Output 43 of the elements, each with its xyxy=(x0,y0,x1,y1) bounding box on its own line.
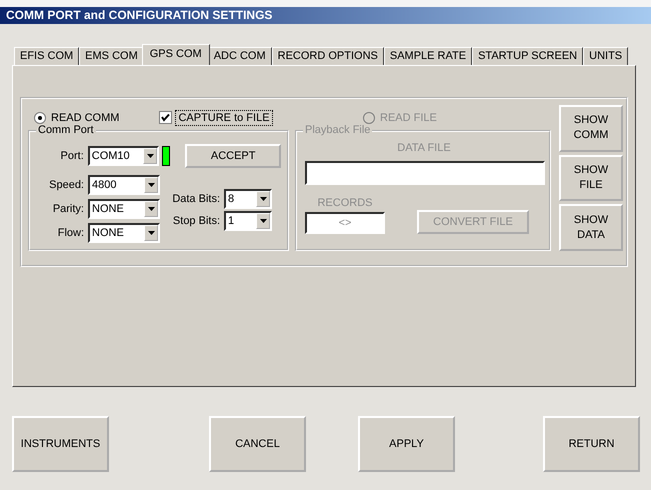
tab[interactable]: RECORD OPTIONS xyxy=(272,47,384,65)
tab[interactable]: UNITS xyxy=(583,47,628,65)
group-title: Playback File xyxy=(303,124,372,136)
dropdown[interactable]: 4800 xyxy=(88,174,160,194)
tab[interactable]: ADC COM xyxy=(208,47,272,65)
field-label: Port: xyxy=(60,150,85,162)
caret-icon xyxy=(260,196,266,200)
field-label: Stop Bits: xyxy=(172,214,221,226)
caret-icon xyxy=(148,206,154,210)
field-label: Data Bits: xyxy=(171,192,221,204)
caret-icon xyxy=(260,218,266,222)
side-button[interactable]: SHOW FILE xyxy=(559,154,623,202)
dropdown[interactable]: 8 xyxy=(224,188,272,208)
side-button[interactable]: SHOW DATA xyxy=(559,204,623,252)
action-button[interactable]: APPLY xyxy=(358,416,455,472)
dropdown[interactable]: 1 xyxy=(224,210,272,230)
radio-label: READ COMM xyxy=(51,112,120,124)
tab[interactable]: STARTUP SCREEN xyxy=(472,47,584,65)
field-label: RECORDS xyxy=(317,197,372,209)
field-label: DATA FILE xyxy=(396,142,452,154)
tab[interactable]: EMS COM xyxy=(79,47,144,65)
dropdown[interactable]: NONE xyxy=(88,222,160,242)
field-label: Parity: xyxy=(52,202,85,214)
side-button[interactable]: SHOW COMM xyxy=(559,105,623,152)
action-button[interactable]: INSTRUMENTS xyxy=(12,416,109,472)
caret-icon xyxy=(148,230,154,234)
read-comm-radio[interactable]: READ COMM xyxy=(34,112,120,124)
tab[interactable]: EFIS COM xyxy=(14,47,80,65)
port-dropdown[interactable]: COM10 xyxy=(88,146,160,166)
caret-icon xyxy=(148,182,154,186)
action-button[interactable]: RETURN xyxy=(543,416,640,472)
dropdown[interactable]: NONE xyxy=(88,198,160,218)
accept-button[interactable]: ACCEPT xyxy=(185,144,281,168)
tab[interactable]: SAMPLE RATE xyxy=(384,47,472,65)
group-title: Comm Port xyxy=(36,124,96,136)
tab[interactable]: GPS COM xyxy=(142,44,210,65)
action-button[interactable]: CANCEL xyxy=(209,416,306,472)
data-file-field[interactable] xyxy=(305,161,545,185)
radio-label: READ FILE xyxy=(380,112,437,124)
field-label: Speed: xyxy=(48,178,85,190)
window-title: COMM PORT and CONFIGURATION SETTINGS xyxy=(0,7,651,24)
field-label: Flow: xyxy=(56,226,85,238)
caret-icon xyxy=(146,154,154,158)
